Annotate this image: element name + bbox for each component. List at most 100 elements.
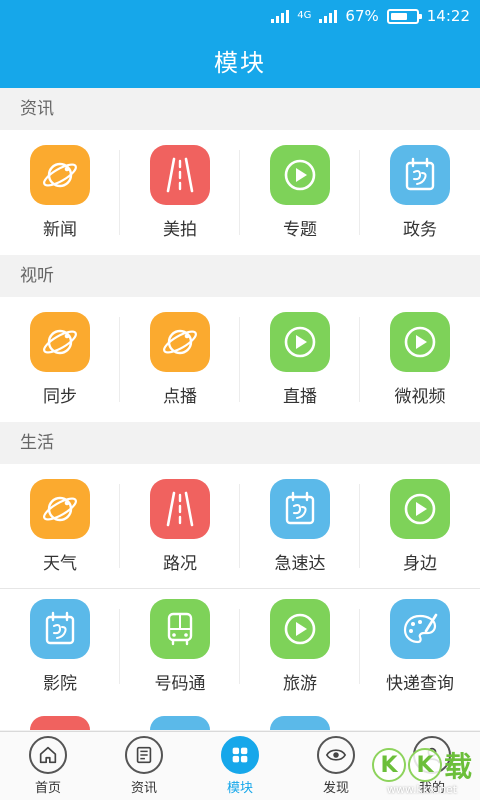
battery-percent: 67% — [345, 7, 379, 25]
planet-icon — [160, 322, 200, 362]
module-tile — [390, 478, 450, 539]
tab-home[interactable]: 首页 — [0, 732, 96, 800]
calendar-icon — [280, 489, 320, 529]
status-bar: 4G 67% 14:22 — [0, 0, 480, 32]
module-tile — [390, 599, 450, 659]
play-icon — [400, 489, 440, 529]
module-item[interactable]: 美拍 — [120, 130, 240, 255]
tab-grid[interactable]: 模块 — [192, 732, 288, 800]
road-icon — [160, 155, 200, 195]
module-label: 专题 — [283, 220, 317, 240]
module-item[interactable]: 微视频 — [360, 297, 480, 422]
module-item[interactable]: 同步 — [0, 297, 120, 422]
module-item-partial[interactable] — [240, 704, 360, 730]
module-label: 身边 — [403, 553, 437, 574]
section-title: 资讯 — [0, 88, 480, 130]
module-label: 同步 — [43, 387, 77, 407]
tab-icon-wrap — [29, 736, 67, 774]
module-row: 同步 点播 直播 微视频 — [0, 297, 480, 422]
home-icon — [37, 744, 59, 766]
module-tile — [30, 478, 90, 539]
bus-icon — [160, 609, 200, 649]
module-grid: 新闻 美拍 专题 政务 — [0, 130, 480, 255]
module-label: 政务 — [403, 220, 437, 240]
section-title: 视听 — [0, 255, 480, 297]
tab-label: 我的 — [418, 781, 445, 796]
module-label: 急速达 — [274, 553, 326, 574]
module-tile — [150, 312, 210, 372]
tab-label: 首页 — [34, 781, 61, 796]
signal-icon-2 — [319, 9, 338, 23]
calendar-icon — [400, 155, 440, 195]
tab-news[interactable]: 资讯 — [96, 732, 192, 800]
network-type: 4G — [297, 10, 312, 21]
play-icon — [400, 322, 440, 362]
module-item[interactable]: 快递查询 — [360, 589, 480, 704]
partial-row — [0, 704, 480, 730]
module-item-partial — [360, 704, 480, 730]
battery-icon — [386, 8, 422, 24]
play-icon — [280, 609, 320, 649]
module-row: 新闻 美拍 专题 政务 — [0, 130, 480, 255]
module-item[interactable]: 专题 — [240, 130, 360, 255]
module-label: 点播 — [163, 387, 197, 407]
tab-icon-wrap — [125, 736, 163, 774]
module-row: 影院 号码通 旅游 快递查询 — [0, 589, 480, 704]
module-label: 路况 — [163, 553, 197, 574]
module-item[interactable]: 旅游 — [240, 589, 360, 704]
road-icon — [160, 489, 200, 529]
module-item[interactable]: 号码通 — [120, 589, 240, 704]
module-item[interactable]: 直播 — [240, 297, 360, 422]
module-item[interactable]: 急速达 — [240, 464, 360, 588]
module-tile — [270, 478, 330, 539]
module-item[interactable]: 路况 — [120, 464, 240, 588]
module-item-partial[interactable] — [0, 704, 120, 730]
module-row: 天气 路况 急速达 身边 — [0, 464, 480, 589]
module-label: 影院 — [43, 674, 77, 694]
user-icon — [421, 744, 443, 766]
module-tile-partial — [270, 716, 330, 730]
play-icon — [280, 322, 320, 362]
module-label: 直播 — [283, 387, 317, 407]
module-tile — [270, 599, 330, 659]
module-item[interactable]: 新闻 — [0, 130, 120, 255]
module-grid: 天气 路况 急速达 身边影院 号码通 旅游 快递查询 — [0, 464, 480, 704]
module-item[interactable]: 身边 — [360, 464, 480, 588]
module-tile-partial — [30, 716, 90, 730]
eye-icon — [325, 744, 347, 766]
module-list[interactable]: 资讯新闻 美拍 专题 政务视听同步 点播 直播 微视频 生活天气 路况 急速达 身边影院 号码通 旅游 快… — [0, 88, 480, 731]
module-label: 旅游 — [283, 674, 317, 694]
module-item-partial[interactable] — [120, 704, 240, 730]
module-tile — [30, 312, 90, 372]
tab-user[interactable]: 我的 — [384, 732, 480, 800]
module-item[interactable]: 政务 — [360, 130, 480, 255]
module-tile — [390, 145, 450, 205]
module-label: 号码通 — [154, 674, 206, 694]
calendar-icon — [40, 609, 80, 649]
palette-icon — [400, 609, 440, 649]
module-tile — [150, 478, 210, 539]
module-tile — [270, 145, 330, 205]
clock: 14:22 — [426, 7, 470, 25]
grid-icon — [229, 744, 251, 766]
module-item[interactable]: 天气 — [0, 464, 120, 588]
module-label: 天气 — [43, 553, 77, 574]
news-icon — [133, 744, 155, 766]
play-icon — [280, 155, 320, 195]
module-tile — [270, 312, 330, 372]
tab-eye[interactable]: 发现 — [288, 732, 384, 800]
module-item[interactable]: 影院 — [0, 589, 120, 704]
planet-icon — [40, 489, 80, 529]
module-tile — [150, 145, 210, 205]
title-bar: 模块 — [0, 32, 480, 88]
planet-icon — [40, 322, 80, 362]
section-title: 生活 — [0, 422, 480, 464]
planet-icon — [40, 155, 80, 195]
module-tile — [30, 599, 90, 659]
module-item[interactable]: 点播 — [120, 297, 240, 422]
tab-icon-wrap — [221, 736, 259, 774]
module-label: 新闻 — [43, 220, 77, 240]
signal-icon — [271, 9, 290, 23]
module-tile-partial — [150, 716, 210, 730]
tab-label: 资讯 — [130, 781, 157, 796]
